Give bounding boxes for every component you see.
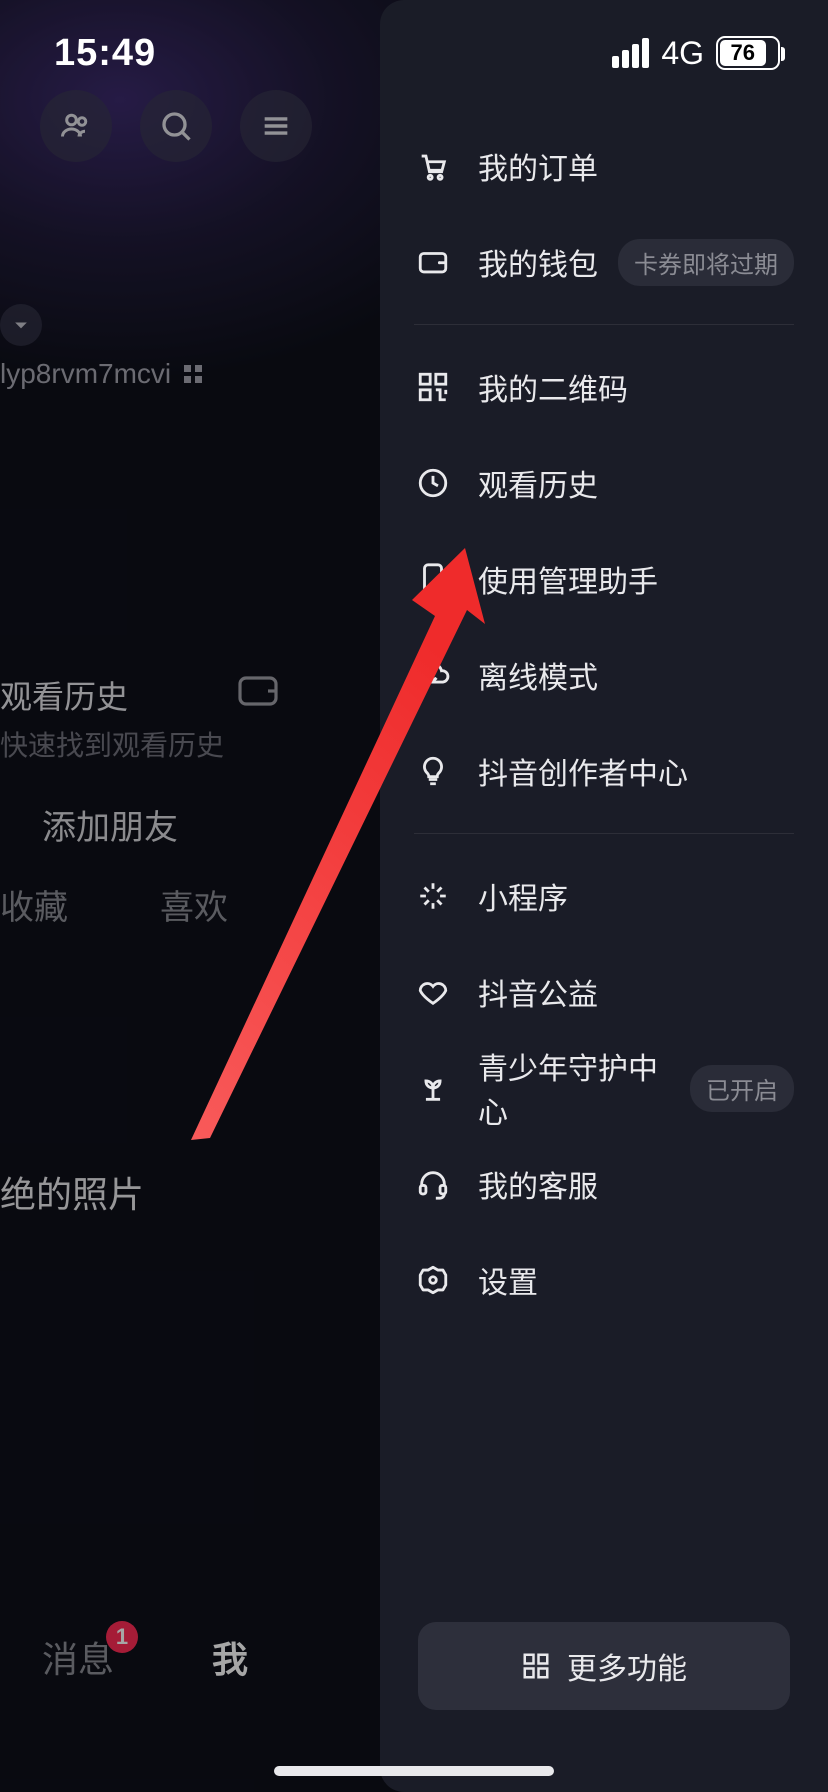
clock-icon [414, 464, 452, 502]
home-indicator [274, 1766, 554, 1776]
menu-label: 青少年守护中心 [478, 1044, 682, 1132]
menu-charity[interactable]: 抖音公益 [380, 944, 828, 1040]
battery-icon: 76 [716, 36, 780, 70]
sprout-icon [414, 1069, 452, 1107]
menu-label: 抖音公益 [478, 970, 794, 1014]
status-bar: 15:49 4G 76 [0, 0, 828, 106]
menu-label: 设置 [478, 1258, 794, 1302]
menu-creator-center[interactable]: 抖音创作者中心 [380, 723, 828, 819]
heart-icon [414, 973, 452, 1011]
drawer-menu: 我的订单 我的钱包 卡券即将过期 我的二维码 观看历史 使用管理助手 离线模式 … [380, 118, 828, 1328]
menu-label: 使用管理助手 [478, 557, 794, 601]
signal-icon [612, 38, 649, 68]
menu-teen-protection[interactable]: 青少年守护中心 已开启 [380, 1040, 828, 1136]
menu-customer-service[interactable]: 我的客服 [380, 1136, 828, 1232]
menu-mini-program[interactable]: 小程序 [380, 848, 828, 944]
menu-label: 抖音创作者中心 [478, 749, 794, 793]
menu-label: 我的客服 [478, 1162, 794, 1206]
cart-icon [414, 147, 452, 185]
menu-badge: 卡券即将过期 [618, 239, 794, 286]
menu-divider [414, 324, 794, 325]
menu-my-orders[interactable]: 我的订单 [380, 118, 828, 214]
menu-label: 离线模式 [478, 653, 794, 697]
menu-divider [414, 833, 794, 834]
bulb-icon [414, 752, 452, 790]
menu-my-wallet[interactable]: 我的钱包 卡券即将过期 [380, 214, 828, 310]
menu-my-qrcode[interactable]: 我的二维码 [380, 339, 828, 435]
phone-icon [414, 560, 452, 598]
menu-label: 我的钱包 [478, 240, 610, 284]
menu-label: 小程序 [478, 874, 794, 918]
spark-icon [414, 877, 452, 915]
menu-badge: 已开启 [690, 1065, 794, 1112]
qr-icon [414, 368, 452, 406]
menu-label: 观看历史 [478, 461, 794, 505]
cloud-download-icon [414, 656, 452, 694]
wallet-icon [414, 243, 452, 281]
menu-offline-mode[interactable]: 离线模式 [380, 627, 828, 723]
menu-label: 我的二维码 [478, 365, 794, 409]
menu-usage-assistant[interactable]: 使用管理助手 [380, 531, 828, 627]
menu-watch-history[interactable]: 观看历史 [380, 435, 828, 531]
side-drawer: 我的订单 我的钱包 卡券即将过期 我的二维码 观看历史 使用管理助手 离线模式 … [380, 0, 828, 1792]
more-features-label: 更多功能 [567, 1644, 687, 1688]
headset-icon [414, 1165, 452, 1203]
more-features-button[interactable]: 更多功能 [418, 1622, 790, 1710]
network-label: 4G [661, 35, 704, 72]
status-time: 15:49 [54, 32, 156, 75]
menu-settings[interactable]: 设置 [380, 1232, 828, 1328]
menu-label: 我的订单 [478, 144, 794, 188]
gear-icon [414, 1261, 452, 1299]
